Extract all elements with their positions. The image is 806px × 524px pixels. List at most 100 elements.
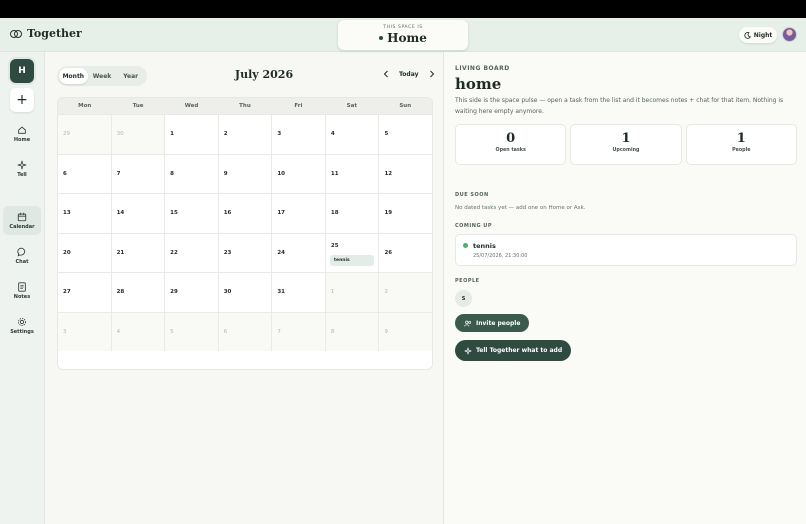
tell-together-button[interactable]: Tell Together what to add [455, 340, 572, 361]
day-cell[interactable]: 9 [378, 312, 432, 351]
day-cell[interactable]: 5 [164, 312, 218, 351]
sidebar-item-tell[interactable]: Tell [3, 154, 41, 183]
space-indicator[interactable]: THIS SPACE IS Home [338, 20, 468, 50]
day-cell[interactable]: 6 [217, 312, 272, 351]
day-cell[interactable]: 14 [110, 194, 165, 233]
day-number: 18 [330, 210, 339, 216]
chevron-right-icon[interactable] [429, 70, 435, 78]
day-cell[interactable]: 8 [164, 154, 218, 193]
upcoming-event-title: tennis [473, 242, 496, 250]
day-cell[interactable]: 30 [110, 115, 165, 154]
view-month-button[interactable]: Month [59, 68, 88, 84]
add-button[interactable]: + [10, 88, 34, 112]
day-cell[interactable]: 28 [110, 273, 165, 312]
calendar-week-row: 20 21 22 23 24 25 tennis 26 [58, 232, 432, 273]
day-cell[interactable]: 8 [324, 312, 379, 351]
stat-upcoming[interactable]: 1 Upcoming [570, 124, 682, 165]
night-mode-button[interactable]: Night [739, 27, 777, 43]
day-cell[interactable]: 7 [271, 312, 325, 351]
calendar-weeks: 29 30 1 2 3 4 5 6 7 8 9 10 11 12 13 14 15 16 17 18 19 20 21 22 2… [58, 114, 432, 351]
day-cell[interactable]: 1 [164, 115, 218, 154]
day-cell[interactable]: 30 [217, 273, 272, 312]
view-year-button[interactable]: Year [116, 68, 145, 84]
night-label: Night [753, 31, 773, 39]
day-cell[interactable]: 2 [217, 115, 272, 154]
sidebar-item-notes[interactable]: Notes [3, 276, 41, 305]
space-caption: THIS SPACE IS [383, 25, 423, 30]
sidebar-item-label: Home [13, 136, 31, 143]
invite-people-button[interactable]: Invite people [455, 314, 530, 332]
day-number: 4 [330, 131, 335, 137]
day-cell[interactable]: 25 tennis [324, 233, 379, 272]
sidebar: H + Home Tell Calendar Chat Notes Settin… [0, 52, 45, 524]
day-cell[interactable]: 3 [271, 115, 325, 154]
month-navigation: Today [383, 70, 435, 78]
stat-value: 0 [506, 131, 516, 146]
day-cell[interactable]: 23 [217, 233, 272, 272]
day-cell[interactable]: 27 [58, 273, 111, 312]
calendar-event[interactable]: tennis [329, 254, 375, 266]
person-avatar[interactable]: S [455, 290, 472, 307]
upcoming-event-card[interactable]: tennis 25/07/2026, 21:30:00 [455, 234, 797, 266]
sidebar-item-chat[interactable]: Chat [3, 241, 41, 270]
weekday-label: Mon [78, 103, 92, 109]
user-avatar[interactable] [782, 27, 797, 42]
day-number: 1 [170, 131, 174, 137]
tell-label: Tell Together what to add [476, 347, 563, 354]
stat-label: Open tasks [495, 148, 526, 153]
chevron-left-icon[interactable] [383, 70, 389, 78]
day-cell[interactable]: 22 [164, 233, 218, 272]
day-number: 23 [223, 249, 232, 256]
day-cell[interactable]: 7 [110, 154, 165, 193]
day-cell[interactable]: 6 [58, 155, 111, 194]
calendar-week-row: 27 28 29 30 31 1 2 [58, 272, 432, 312]
day-cell[interactable]: 3 [58, 312, 111, 351]
day-cell[interactable]: 19 [378, 194, 432, 233]
day-number: 15 [170, 210, 178, 216]
app-name: Together [27, 27, 82, 40]
day-cell[interactable]: 2 [378, 273, 432, 312]
day-cell[interactable]: 18 [324, 194, 379, 233]
day-number: 30 [116, 131, 124, 137]
view-week-button[interactable]: Week [88, 68, 117, 84]
day-cell[interactable]: 1 [324, 273, 379, 312]
day-cell[interactable]: 29 [164, 273, 218, 312]
day-cell[interactable]: 26 [378, 233, 432, 272]
day-cell[interactable]: 10 [271, 154, 325, 193]
sidebar-item-label: Calendar [9, 223, 35, 230]
day-number: 3 [63, 328, 67, 335]
day-number: 28 [116, 289, 125, 295]
day-cell[interactable]: 4 [110, 312, 165, 351]
living-board-panel: LIVING BOARD home This side is the space… [443, 52, 806, 524]
day-cell[interactable]: 13 [58, 194, 111, 233]
day-number: 16 [223, 210, 232, 216]
day-cell[interactable]: 24 [271, 233, 325, 272]
sidebar-item-home[interactable]: Home [3, 119, 41, 148]
stat-open-tasks[interactable]: 0 Open tasks [455, 124, 567, 165]
today-button[interactable]: Today [399, 71, 419, 78]
day-cell[interactable]: 17 [271, 194, 325, 233]
day-cell[interactable]: 5 [378, 115, 432, 154]
app-window: Together THIS SPACE IS Home Night H + Ho… [0, 18, 806, 524]
day-cell[interactable]: 15 [164, 194, 218, 233]
day-cell[interactable]: 31 [271, 273, 325, 312]
upcoming-event-datetime: 25/07/2026, 21:30:00 [473, 253, 528, 259]
day-cell[interactable]: 11 [324, 154, 379, 193]
day-cell[interactable]: 29 [58, 115, 111, 154]
day-cell[interactable]: 16 [217, 194, 272, 233]
workspace-button[interactable]: H [10, 59, 34, 83]
day-cell[interactable]: 4 [324, 115, 379, 154]
brand[interactable]: Together [10, 27, 82, 40]
day-cell[interactable]: 9 [217, 154, 272, 193]
day-number: 22 [170, 249, 178, 256]
board-title: home [455, 75, 502, 93]
day-cell[interactable]: 20 [58, 234, 111, 273]
stat-people[interactable]: 1 People [685, 124, 797, 165]
day-number: 21 [116, 249, 125, 256]
day-number: 10 [277, 170, 285, 177]
day-cell[interactable]: 12 [378, 154, 432, 193]
sidebar-item-calendar[interactable]: Calendar [3, 206, 41, 235]
day-cell[interactable]: 21 [110, 233, 165, 272]
sidebar-item-settings[interactable]: Settings [3, 311, 41, 340]
stat-label: People [732, 148, 751, 153]
